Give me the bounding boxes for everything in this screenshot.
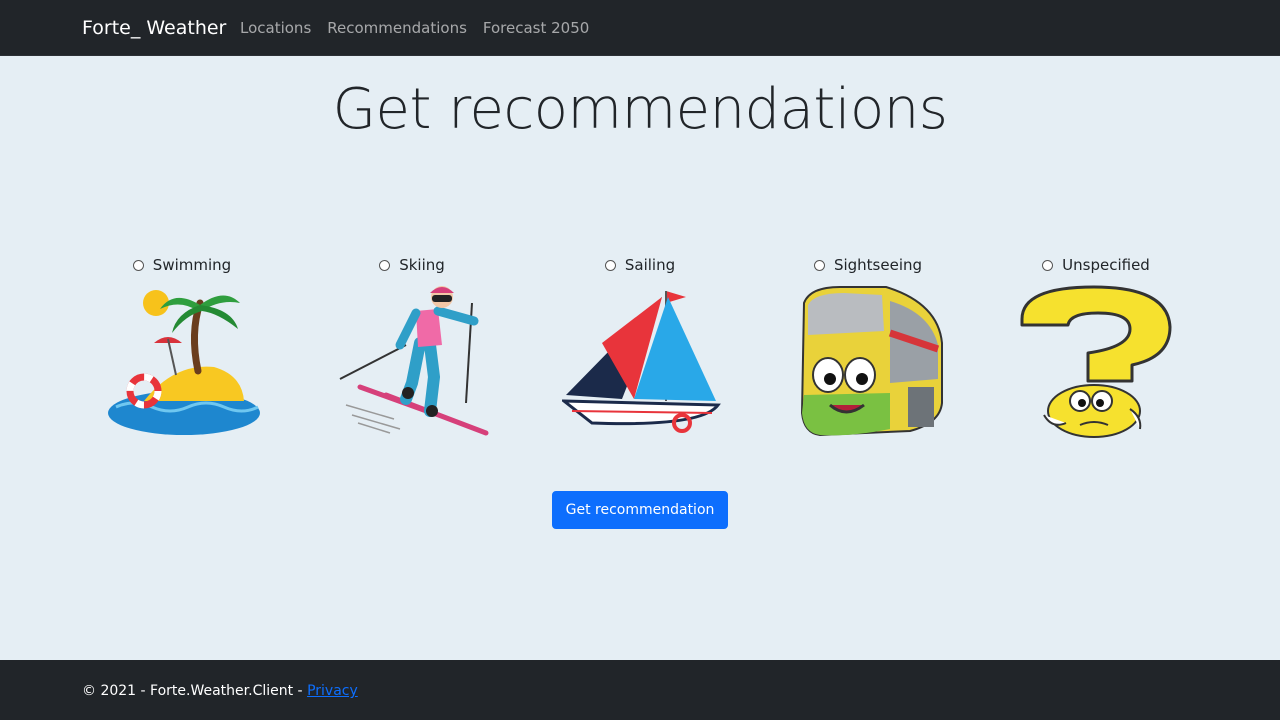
privacy-link[interactable]: Privacy [307, 683, 358, 699]
get-recommendation-button[interactable]: Get recommendation [552, 491, 728, 529]
brand-link[interactable]: Forte_ Weather [82, 16, 226, 40]
sailing-label[interactable]: Sailing [604, 254, 676, 276]
question-mark-icon [1020, 285, 1172, 438]
sightseeing-label[interactable]: Sightseeing [813, 254, 923, 276]
unspecified-label-text: Unspecified [1062, 256, 1150, 274]
nav-link-recommendations[interactable]: Recommendations [319, 16, 475, 40]
sailing-radio[interactable] [604, 259, 616, 271]
sailing-label-text: Sailing [624, 256, 676, 274]
swimming-radio[interactable] [132, 259, 144, 271]
sightseeing-label-text: Sightseeing [833, 256, 923, 274]
sightseeing-radio[interactable] [813, 259, 825, 271]
page-title: Get recommendations [332, 77, 948, 142]
footer-text: © 2021 - Forte.Weather.Client - Privacy [82, 681, 358, 701]
tour-bus-icon [800, 286, 943, 437]
skiing-label[interactable]: Skiing [379, 254, 445, 276]
swimming-label[interactable]: Swimming [132, 254, 232, 276]
footer-copyright: © 2021 - Forte.Weather.Client - [82, 683, 308, 699]
unspecified-radio[interactable] [1042, 259, 1054, 271]
island-icon [108, 290, 260, 435]
unspecified-label[interactable]: Unspecified [1042, 254, 1150, 276]
option-skiing: Skiing [312, 254, 512, 276]
option-swimming: Swimming [82, 254, 282, 276]
nav-link-forecast-2050[interactable]: Forecast 2050 [475, 16, 597, 40]
skiing-radio[interactable] [379, 259, 391, 271]
skiing-label-text: Skiing [399, 256, 445, 274]
swimming-label-text: Swimming [152, 256, 232, 274]
nav-links: Locations Recommendations Forecast 2050 [232, 16, 597, 40]
footer: © 2021 - Forte.Weather.Client - Privacy [0, 660, 1280, 720]
navbar: Forte_ Weather Locations Recommendations… [0, 0, 1280, 56]
option-sailing: Sailing [540, 254, 740, 276]
nav-link-locations[interactable]: Locations [232, 16, 319, 40]
option-unspecified: Unspecified [996, 254, 1196, 276]
option-sightseeing: Sightseeing [768, 254, 968, 276]
sailboat-icon [562, 291, 721, 433]
skier-icon [339, 286, 489, 436]
